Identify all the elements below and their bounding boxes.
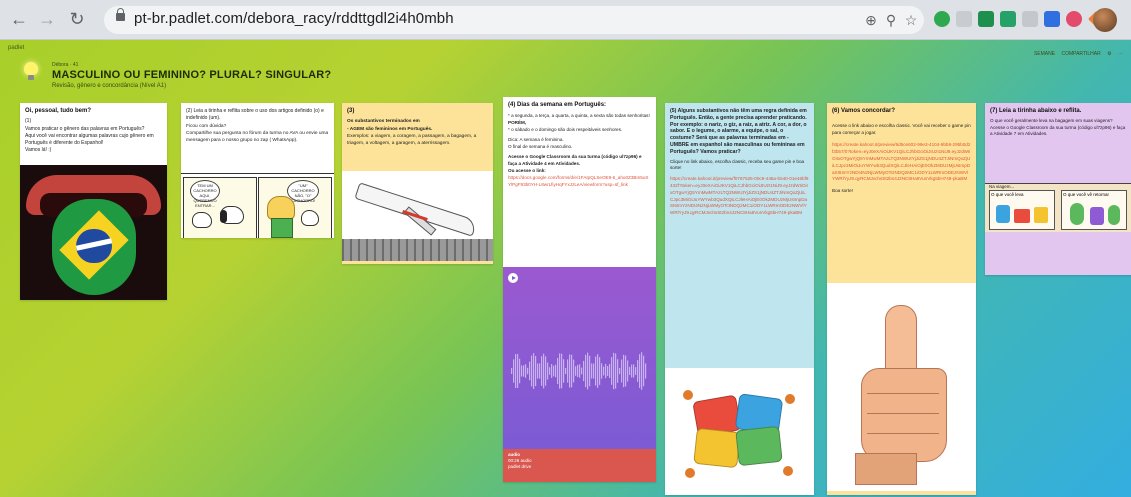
post-card-4[interactable]: (4) Dias da semana em Português: * a seg… [503,97,656,482]
post-card-3[interactable]: (3) Os substantivos terminados em - AGEM… [342,103,493,264]
url-text[interactable]: pt-br.padlet.com/debora_racy/rddttgdl2i4… [134,10,454,27]
post-title: (4) Dias da semana em Português: [508,102,607,108]
post-line: Ou acesse o link: [508,168,546,173]
waveform-icon [511,352,647,390]
author-info[interactable]: Débora · 41 [52,62,78,68]
page-title: MASCULINO OU FEMININO? PLURAL? SINGULAR? [52,69,332,81]
post-line: Acesse o Google Classroom da sua turma (… [508,154,642,166]
post-line: * a segunda, a terça, a quarta, a quinta… [508,113,650,118]
arrow-right-icon[interactable]: → [36,8,58,30]
snoopy-comic-image[interactable]: TEM UM CACHORRO AQUI, QUERENDO ENTRAR...… [181,173,334,238]
post-line: Boa sorte! [832,188,853,194]
post-line: Vamos lá! :) [25,147,52,154]
lock-icon [116,8,125,21]
tongue-flag-image[interactable] [20,165,167,300]
post-line: Vamos praticar o gênero das palavras em … [25,125,145,132]
audio-player[interactable] [503,267,656,449]
zoom-icon[interactable]: ⚲ [882,11,900,29]
form-link[interactable]: https://docs.google.com/forms/d/e/1FAIpQ… [508,174,651,188]
post-line: Exemplos: a viagem, a coragem, a passage… [347,133,477,147]
luggage-comic-image[interactable]: Na viagem... O que você leva O que você … [985,183,1131,232]
post-title: Oi, pessoal, tudo bem? [25,108,92,114]
post-line: Aqui você vai encontrar algumas palavras… [25,132,154,147]
extension-target-icon[interactable] [1066,11,1082,27]
post-line: (1) [25,118,32,125]
comic-bubble: "UM" CACHORRO NÃO, "O" CACHORRO! [287,180,319,203]
post-line: Acesse o link abaixo e escolha classic. … [832,122,971,135]
header-actions: SEMANE COMPARTILHAR ⚙ ⋯ [1029,51,1123,57]
comic-label: O que você leva [991,192,1024,197]
padlet-header: padlet Débora · 41 MASCULINO OU FEMININO… [0,40,1131,95]
arrow-left-icon[interactable]: ← [8,8,30,30]
post-line: O final de semana é masculino. [508,144,573,149]
page-subtitle: Revisão, gênero e concordância (Nível A1… [52,83,167,89]
extension-puzzle-icon[interactable] [956,11,972,27]
extension-sheet-icon[interactable] [978,11,994,27]
extension-chart-icon[interactable] [1000,11,1016,27]
kahoot-link[interactable]: https://create.kahoot.it/preview/f076752… [670,176,809,217]
airplane-image[interactable] [342,171,493,261]
install-icon[interactable]: ⊕ [862,11,880,29]
post-title: (7) Leia a tirinha abaixo e reflita. [990,108,1082,114]
post-card-6[interactable]: (6) Vamos concordar? Acesse o link abaix… [827,103,976,495]
more-icon[interactable]: ⋯ [1118,51,1123,57]
post-title: (2) Leia a tirinha e reflita sobre o uso… [186,108,324,122]
post-card-2[interactable]: (2) Leia a tirinha e reflita sobre o uso… [181,103,334,238]
post-line: Os substantivos terminados em [347,119,420,125]
extension-b-icon[interactable] [1044,11,1060,27]
padlet-logo[interactable]: padlet [8,45,24,51]
profile-avatar[interactable] [1093,8,1117,32]
post-title: (3) [347,108,355,114]
post-line: Ficou com dúvida? [186,123,227,129]
post-card-1[interactable]: Oi, pessoal, tudo bem? (1) Vamos pratica… [20,103,167,300]
comic-caption: Na viagem... [989,184,1015,189]
puzzle-image[interactable] [665,368,814,495]
remake-button[interactable]: SEMANE [1034,51,1055,57]
post-title: (6) Vamos concordar? [832,108,896,114]
comic-label: O que você vê retornar [1063,192,1110,197]
post-line: Compartilhe sua pergunta no fórum da tur… [186,130,329,144]
post-card-5[interactable]: (5) Alguns substantivos não têm uma regr… [665,103,814,495]
post-line: Clique no link abaixo, escolha classic, … [670,158,805,171]
bookmark-star-icon[interactable]: ☆ [902,11,920,29]
post-line: Dica: A semana é feminina. [508,137,564,142]
post-card-7[interactable]: (7) Leia a tirinha abaixo e reflita. O q… [985,103,1131,275]
thumbs-up-image[interactable] [827,283,976,491]
post-line: Acesse o Google Classroom da sua turma (… [990,124,1126,137]
lightbulb-icon [24,62,38,80]
browser-toolbar: ← → ↻ pt-br.padlet.com/debora_racy/rddtt… [0,0,1131,40]
post-line: - AGEM são femininos em Português. [347,126,433,132]
comic-bubble: TEM UM CACHORRO AQUI, QUERENDO ENTRAR... [190,180,220,208]
kahoot-link[interactable]: https://create.kahoot.it/preview/6d5ce60… [832,142,971,183]
audio-author: padlet drive [508,464,532,469]
reload-icon[interactable]: ↻ [66,8,88,30]
post-title: (5) Alguns substantivos não têm uma regr… [670,108,807,155]
extension-leaf-icon[interactable] [934,11,950,27]
address-bar[interactable]: pt-br.padlet.com/debora_racy/rddttgdl2i4… [104,6,924,34]
play-icon[interactable] [508,273,518,283]
post-line: * o sábado e o domingo são dois respeitá… [508,127,623,132]
audio-footer: audio 00:26 audio padlet drive [503,449,656,482]
share-button[interactable]: COMPARTILHAR [1061,51,1100,57]
extension-s-icon[interactable] [1022,11,1038,27]
padlet-board: padlet Débora · 41 MASCULINO OU FEMININO… [0,40,1131,497]
post-line: PORÉM, [508,120,527,125]
gear-icon[interactable]: ⚙ [1107,51,1111,57]
post-line: O que você geralmente leva na bagagem em… [990,117,1113,123]
